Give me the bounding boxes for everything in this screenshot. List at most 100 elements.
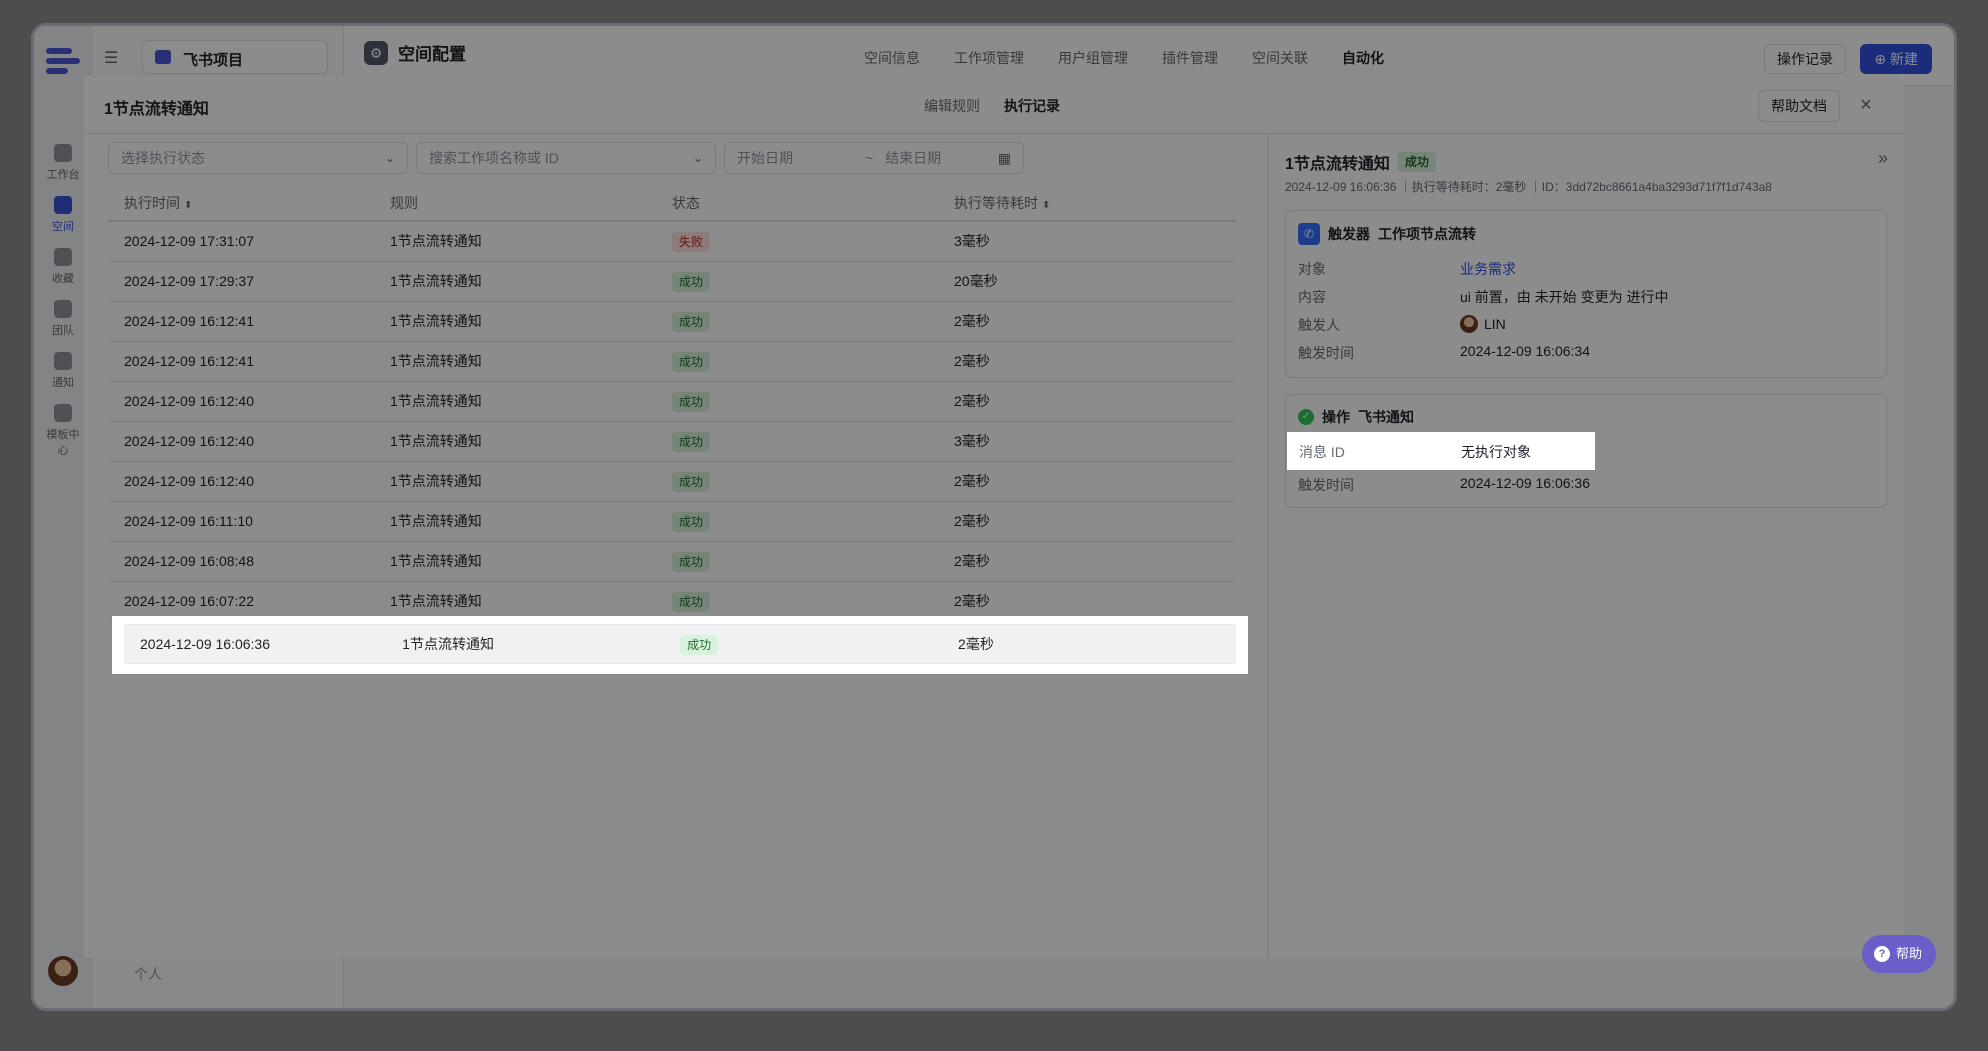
search-input[interactable]: 搜索工作项名称或 ID ⌄	[416, 142, 716, 174]
check-circle-icon: ✓	[1298, 409, 1314, 425]
header-rule: 规则	[390, 195, 418, 211]
table-row[interactable]: 2024-12-09 16:12:40 1节点流转通知 成功 3毫秒	[108, 422, 1236, 462]
cell-status: 成功	[680, 625, 958, 663]
cell-time: 2024-12-09 16:12:40	[124, 393, 254, 409]
status-badge: 成功	[672, 552, 711, 572]
header-time[interactable]: 执行时间 ⬍	[108, 184, 390, 220]
cell-time: 2024-12-09 16:12:40	[124, 433, 254, 449]
date-range-picker[interactable]: 开始日期 ~ 结束日期 ▦	[724, 142, 1024, 174]
operation-time-row: 触发时间 2024-12-09 16:06:36	[1298, 475, 1590, 493]
table-row[interactable]: 2024-12-09 16:12:41 1节点流转通知 成功 2毫秒	[108, 302, 1236, 342]
table-row[interactable]: 2024-12-09 16:12:41 1节点流转通知 成功 2毫秒	[108, 342, 1236, 382]
cell-time: 2024-12-09 16:12:40	[124, 473, 254, 489]
cell-time: 2024-12-09 16:08:48	[124, 553, 254, 569]
selected-row-highlight: 2024-12-09 16:06:36 1节点流转通知 成功 2毫秒	[112, 616, 1248, 674]
end-date-field[interactable]: 结束日期	[885, 143, 941, 173]
cell-status: 失败	[672, 222, 954, 261]
status-badge: 成功	[672, 432, 711, 452]
trigger-content-row: 内容 ui 前置，由 未开始 变更为 进行中	[1298, 289, 1669, 305]
question-icon: ?	[1873, 946, 1890, 962]
cell-duration: 3毫秒	[954, 433, 990, 449]
cell-status: 成功	[672, 302, 954, 341]
help-button[interactable]: ? 帮助	[1861, 935, 1936, 973]
cell-rule: 1节点流转通知	[390, 473, 482, 489]
table-row[interactable]: 2024-12-09 16:11:10 1节点流转通知 成功 2毫秒	[108, 502, 1236, 542]
help-doc-button[interactable]: 帮助文档	[1758, 90, 1840, 122]
status-badge: 成功	[672, 312, 711, 332]
table-row[interactable]: 2024-12-09 16:12:40 1节点流转通知 成功 2毫秒	[108, 382, 1236, 422]
status-badge: 成功	[680, 635, 719, 655]
table-row[interactable]: 2024-12-09 16:12:40 1节点流转通知 成功 2毫秒	[108, 462, 1236, 502]
cell-rule: 1节点流转通知	[390, 313, 482, 329]
expand-icon[interactable]: »	[1878, 148, 1888, 169]
object-link[interactable]: 业务需求	[1460, 259, 1516, 279]
table-body: 2024-12-09 17:31:07 1节点流转通知 失败 3毫秒 2024-12-…	[108, 222, 1236, 622]
cell-duration: 2毫秒	[954, 553, 990, 569]
chevron-down-icon: ⌄	[692, 151, 703, 165]
cell-rule: 1节点流转通知	[390, 353, 482, 369]
header-duration[interactable]: 执行等待耗时 ⬍	[954, 184, 1236, 220]
avatar	[1460, 315, 1478, 333]
cell-time: 2024-12-09 16:12:41	[124, 353, 254, 369]
execution-table: 执行时间 ⬍ 规则 状态 执行等待耗时 ⬍ 2024-12-09 17:31:07 1…	[108, 184, 1236, 622]
cell-status: 成功	[672, 542, 954, 581]
trigger-card-header: ✆ 触发器 工作项节点流转	[1298, 223, 1476, 245]
detail-title: 1节点流转通知 成功	[1285, 150, 1436, 174]
cell-duration: 2毫秒	[954, 313, 990, 329]
cell-duration: 20毫秒	[954, 273, 998, 289]
execution-detail-pane: 1节点流转通知 成功 2024-12-09 16:06:36 ｜执行等待耗时：2毫…	[1269, 134, 1904, 958]
chevron-down-icon: ⌄	[384, 151, 395, 165]
cell-rule: 1节点流转通知	[390, 433, 482, 449]
close-icon[interactable]: ×	[1854, 93, 1878, 117]
status-badge: 成功	[672, 272, 711, 292]
cell-status: 成功	[672, 502, 954, 541]
table-row[interactable]: 2024-12-09 17:31:07 1节点流转通知 失败 3毫秒	[108, 222, 1236, 262]
calendar-icon: ▦	[997, 150, 1011, 166]
sort-icon[interactable]: ⬍	[1042, 200, 1050, 211]
detail-meta: 2024-12-09 16:06:36 ｜执行等待耗时：2毫秒 ｜ID：3dd7…	[1285, 180, 1772, 194]
table-row[interactable]: 2024-12-09 17:29:37 1节点流转通知 成功 20毫秒	[108, 262, 1236, 302]
cell-time: 2024-12-09 17:29:37	[124, 273, 254, 289]
cell-status: 成功	[672, 462, 954, 501]
cell-status: 成功	[672, 382, 954, 421]
cell-rule: 1节点流转通知	[390, 273, 482, 289]
cell-time: 2024-12-09 16:06:36	[140, 636, 270, 652]
table-header: 执行时间 ⬍ 规则 状态 执行等待耗时 ⬍	[108, 184, 1236, 222]
modal-header: 1节点流转通知 编辑规则 执行记录 帮助文档 ×	[84, 76, 1904, 134]
start-date-field[interactable]: 开始日期	[737, 143, 793, 173]
modal-title: 1节点流转通知	[104, 101, 209, 118]
trigger-time-row: 触发时间 2024-12-09 16:06:34	[1298, 343, 1590, 361]
cell-rule: 1节点流转通知	[402, 636, 494, 652]
status-select[interactable]: 选择执行状态 ⌄	[108, 142, 408, 174]
cell-time: 2024-12-09 17:31:07	[124, 233, 254, 249]
modal-tabs: 编辑规则 执行记录	[924, 96, 1060, 116]
cell-duration: 3毫秒	[954, 233, 990, 249]
operation-card-header: ✓ 操作 飞书通知	[1298, 407, 1414, 427]
cell-duration: 2毫秒	[954, 513, 990, 529]
cell-status: 成功	[672, 262, 954, 301]
cell-status: 成功	[672, 342, 954, 381]
phone-icon: ✆	[1298, 223, 1320, 245]
status-badge: 失败	[672, 232, 711, 252]
tab-edit-rule[interactable]: 编辑规则	[924, 96, 980, 116]
date-separator: ~	[865, 150, 874, 166]
status-badge: 成功	[672, 512, 711, 532]
message-id-row: 消息 ID 无执行对象	[1299, 444, 1531, 460]
sort-icon[interactable]: ⬍	[184, 200, 192, 211]
trigger-by-row: 触发人 LIN	[1298, 315, 1506, 333]
trigger-object-row: 对象 业务需求	[1298, 259, 1516, 279]
status-badge: 成功	[672, 592, 711, 612]
cell-rule: 1节点流转通知	[390, 233, 482, 249]
cell-time: 2024-12-09 16:11:10	[124, 513, 253, 529]
cell-duration: 2毫秒	[958, 636, 994, 652]
cell-duration: 2毫秒	[954, 473, 990, 489]
status-badge: 成功	[1397, 152, 1436, 172]
status-badge: 成功	[672, 472, 711, 492]
cell-rule: 1节点流转通知	[390, 553, 482, 569]
table-row[interactable]: 2024-12-09 16:08:48 1节点流转通知 成功 2毫秒	[108, 542, 1236, 582]
tab-execution-log[interactable]: 执行记录	[1004, 96, 1060, 116]
table-row-selected[interactable]: 2024-12-09 16:06:36 1节点流转通知 成功 2毫秒	[124, 624, 1236, 664]
status-badge: 成功	[672, 392, 711, 412]
filter-bar: 选择执行状态 ⌄ 搜索工作项名称或 ID ⌄ 开始日期 ~ 结束日期 ▦	[108, 142, 1024, 174]
execution-log-modal: 1节点流转通知 编辑规则 执行记录 帮助文档 × 选择执行状态 ⌄ 搜索工作项名称…	[84, 76, 1904, 958]
